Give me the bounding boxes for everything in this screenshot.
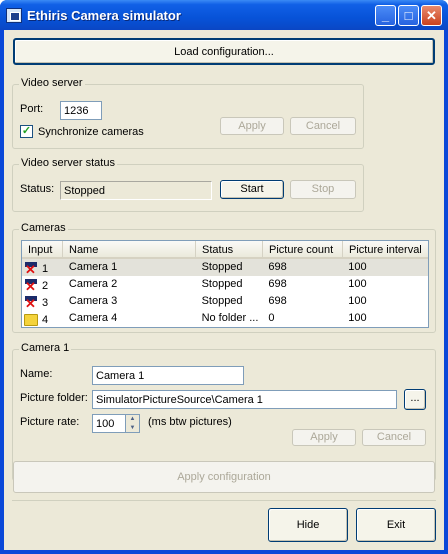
row-picture-interval: 100 (348, 278, 367, 290)
row-picture-count: 698 (268, 278, 287, 290)
video-server-group-label: Video server (19, 77, 85, 89)
row-name: Camera 1 (68, 261, 118, 273)
browse-folder-button[interactable]: ... (404, 389, 426, 410)
exit-button[interactable]: Exit (356, 508, 436, 542)
row-picture-interval: 100 (348, 312, 367, 324)
spin-up-icon[interactable]: ▲ (126, 415, 139, 424)
app-window: Ethiris Camera simulator _ □ ✕ Load conf… (0, 0, 448, 554)
column-picture-count[interactable]: Picture count (263, 241, 343, 259)
row-status: Stopped (201, 261, 243, 273)
row-picture-count: 698 (268, 295, 287, 307)
title-bar[interactable]: Ethiris Camera simulator _ □ ✕ (0, 0, 448, 30)
row-name: Camera 2 (68, 278, 118, 290)
camera-name-label: Name: (20, 368, 53, 380)
picture-rate-unit: (ms btw pictures) (148, 416, 232, 428)
camera-row[interactable]: 2 Camera 2 Stopped 698 100 (22, 276, 428, 293)
camera-error-icon (24, 261, 38, 276)
picture-rate-input[interactable]: 100 (92, 414, 127, 433)
camera-row[interactable]: 4 Camera 4 No folder ... 0 100 (22, 310, 428, 327)
synchronize-cameras-checkbox[interactable]: ✓ (20, 125, 33, 138)
camera-row[interactable]: 3 Camera 3 Stopped 698 100 (22, 293, 428, 310)
start-button[interactable]: Start (220, 180, 284, 199)
client-area: Load configuration... Video server Port:… (4, 30, 444, 550)
hide-button[interactable]: Hide (268, 508, 348, 542)
bottom-divider (12, 500, 436, 501)
picture-rate-spinner[interactable]: ▲ ▼ (125, 414, 140, 433)
minimize-icon: _ (381, 8, 390, 23)
column-input[interactable]: Input (22, 241, 63, 259)
camera-detail-group-label: Camera 1 (19, 342, 72, 354)
row-status: Stopped (201, 278, 243, 290)
row-status: Stopped (201, 295, 243, 307)
picture-rate-label: Picture rate: (20, 416, 80, 428)
status-label: Status: (20, 183, 55, 195)
row-picture-interval: 100 (348, 261, 367, 273)
listview-header: Input Name Status Picture count Picture … (22, 241, 428, 259)
row-input: 2 (42, 279, 49, 292)
cameras-group-label: Cameras (19, 222, 68, 234)
row-input: 4 (42, 313, 49, 326)
column-status[interactable]: Status (196, 241, 263, 259)
camera-name-input[interactable]: Camera 1 (92, 366, 244, 385)
row-input: 1 (42, 262, 49, 275)
load-configuration-button[interactable]: Load configuration... (13, 38, 435, 65)
camera-error-icon (24, 278, 38, 293)
video-server-apply-button[interactable]: Apply (220, 117, 284, 135)
video-server-cancel-button[interactable]: Cancel (290, 117, 356, 135)
row-picture-interval: 100 (348, 295, 367, 307)
folder-icon (24, 313, 38, 326)
cameras-listview[interactable]: Input Name Status Picture count Picture … (21, 240, 429, 328)
row-name: Camera 4 (68, 312, 118, 324)
picture-folder-input[interactable]: SimulatorPictureSource\Camera 1 (92, 390, 397, 409)
window-title: Ethiris Camera simulator (27, 8, 181, 23)
row-picture-count: 698 (268, 261, 287, 273)
port-label: Port: (20, 103, 44, 115)
camera-cancel-button[interactable]: Cancel (362, 429, 426, 446)
status-value-field: Stopped (60, 181, 212, 200)
column-name[interactable]: Name (63, 241, 196, 259)
close-button[interactable]: ✕ (421, 5, 442, 26)
column-picture-interval[interactable]: Picture interval (343, 241, 428, 259)
video-server-status-group-label: Video server status (19, 157, 117, 169)
port-input[interactable]: 1236 (60, 101, 102, 120)
minimize-button[interactable]: _ (375, 5, 396, 26)
camera-apply-button[interactable]: Apply (292, 429, 356, 446)
row-status: No folder ... (201, 312, 259, 324)
camera-error-icon (24, 295, 38, 310)
camera-row[interactable]: 1 Camera 1 Stopped 698 100 (22, 259, 428, 276)
apply-configuration-button[interactable]: Apply configuration (13, 461, 435, 493)
app-icon (6, 8, 22, 23)
close-icon: ✕ (426, 8, 437, 23)
spin-down-icon[interactable]: ▼ (126, 424, 139, 433)
row-picture-count: 0 (268, 312, 275, 324)
picture-folder-label: Picture folder: (20, 392, 88, 404)
maximize-button[interactable]: □ (398, 5, 419, 26)
synchronize-cameras-label: Synchronize cameras (38, 126, 144, 138)
row-input: 3 (42, 296, 49, 309)
stop-button[interactable]: Stop (290, 180, 356, 199)
maximize-icon: □ (404, 8, 413, 23)
row-name: Camera 3 (68, 295, 118, 307)
